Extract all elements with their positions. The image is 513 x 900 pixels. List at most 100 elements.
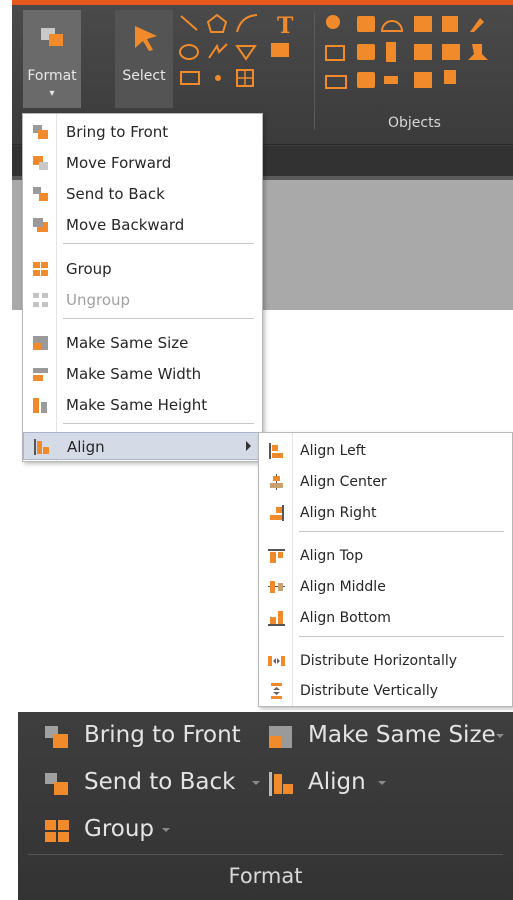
bring-to-front-button[interactable]: Bring to Front (44, 720, 254, 754)
rectangle-tool-icon[interactable] (180, 71, 200, 85)
align-button[interactable]: Align (268, 767, 388, 801)
align-submenu: Align Left Align Center Align Right Alig… (258, 432, 513, 707)
panel-object-icon[interactable] (414, 44, 432, 60)
send-to-back-icon (33, 187, 48, 201)
align-top-icon (268, 549, 285, 563)
submenu-arrow-icon (246, 441, 251, 451)
misc-object-icon[interactable] (444, 70, 456, 84)
align-center-icon (270, 474, 283, 490)
format-ribbon-group: Bring to Front Make Same Size Send to Ba… (18, 712, 513, 900)
grid-object-icon[interactable] (442, 16, 458, 32)
arc-tool-icon[interactable] (236, 14, 258, 33)
distribute-horizontally-icon (268, 656, 285, 666)
bulb-object-icon[interactable] (326, 15, 340, 29)
scene-object-icon[interactable] (414, 72, 432, 88)
same-height-icon (33, 398, 47, 413)
menu-separator (63, 423, 254, 424)
select-button-label: Select (122, 68, 166, 84)
menu-item-align-center[interactable]: Align Center (259, 468, 512, 496)
connector-object-icon[interactable] (384, 76, 398, 84)
make-same-size-button[interactable]: Make Same Size (268, 720, 508, 754)
distribute-vertically-icon (271, 683, 282, 699)
menu-item-distribute-horizontally[interactable]: Distribute Horizontally (259, 647, 512, 675)
menu-item-move-forward[interactable]: Move Forward (23, 149, 262, 177)
menu-item-label: Align (67, 438, 105, 456)
menu-item-make-same-width[interactable]: Make Same Width (23, 360, 262, 388)
align-bottom-icon (268, 611, 285, 626)
device-object-icon[interactable] (357, 44, 375, 60)
align-right-icon (270, 505, 284, 521)
align-label: Align (308, 769, 366, 795)
connector-tool-icon[interactable] (208, 43, 228, 59)
tank-object-icon[interactable] (468, 44, 488, 60)
menu-item-align-right[interactable]: Align Right (259, 499, 512, 527)
menu-item-label: Align Bottom (300, 610, 391, 626)
pen-object-icon[interactable] (470, 18, 484, 32)
group-icon (33, 262, 48, 276)
menu-item-make-same-height[interactable]: Make Same Height (23, 391, 262, 419)
meter-object-icon[interactable] (386, 42, 396, 62)
chevron-down-icon (496, 734, 504, 738)
align-icon (269, 772, 293, 796)
table-object-icon[interactable] (442, 44, 460, 60)
menu-item-send-to-back[interactable]: Send to Back (23, 180, 262, 208)
gauge-object-icon[interactable] (380, 20, 404, 32)
objects-gallery (325, 15, 488, 89)
menu-item-align[interactable]: Align (23, 432, 262, 460)
menu-item-label: Align Middle (300, 579, 386, 595)
menu-item-distribute-vertically[interactable]: Distribute Vertically (259, 677, 512, 705)
menu-item-label: Group (66, 260, 112, 278)
image-tool-icon[interactable] (271, 43, 289, 57)
menu-item-label: Send to Back (66, 185, 165, 203)
menu-item-align-top[interactable]: Align Top (259, 542, 512, 570)
send-to-back-label: Send to Back (84, 769, 236, 795)
chevron-down-icon (378, 781, 386, 785)
menu-separator (299, 531, 504, 532)
same-size-icon (269, 726, 292, 748)
menu-item-label: Ungroup (66, 291, 131, 309)
menu-item-label: Distribute Vertically (300, 683, 438, 699)
menu-item-align-left[interactable]: Align Left (259, 437, 512, 465)
menu-item-ungroup[interactable]: Ungroup (23, 286, 262, 314)
polygon-tool-icon[interactable] (235, 45, 257, 61)
point-tool-icon[interactable] (215, 75, 221, 81)
format-button-label: Format (27, 68, 77, 84)
menu-item-move-backward[interactable]: Move Backward (23, 211, 262, 239)
button-object-icon[interactable] (357, 72, 375, 88)
select-arrow-icon (135, 26, 157, 51)
chart-object-icon[interactable] (414, 16, 432, 32)
format-icon (41, 28, 63, 46)
menu-item-label: Move Backward (66, 216, 185, 234)
ungroup-icon (33, 293, 48, 307)
format-menu: Bring to Front Move Forward Send to Back… (22, 113, 263, 462)
select-button[interactable]: Select (115, 10, 173, 108)
shapes-gallery: T (179, 13, 294, 87)
menu-item-label: Make Same Size (66, 334, 189, 352)
label-object-icon[interactable] (325, 75, 347, 89)
menu-item-label: Make Same Width (66, 365, 202, 383)
menu-separator (63, 243, 254, 244)
line-tool-icon[interactable] (180, 15, 198, 31)
display-object-icon[interactable] (325, 45, 345, 61)
group-button[interactable]: Group (44, 814, 194, 848)
menu-item-group[interactable]: Group (23, 255, 262, 283)
make-same-size-label: Make Same Size (308, 722, 496, 748)
menu-item-align-bottom[interactable]: Align Bottom (259, 604, 512, 632)
menu-item-label: Align Left (300, 443, 366, 459)
format-button[interactable]: Format ▾ (23, 10, 81, 108)
printer-object-icon[interactable] (357, 16, 375, 32)
menu-item-bring-to-front[interactable]: Bring to Front (23, 118, 262, 146)
chevron-down-icon (252, 781, 260, 785)
menu-item-label: Make Same Height (66, 396, 208, 414)
align-middle-icon (268, 581, 285, 593)
format-group-label: Format (228, 864, 303, 888)
text-tool-icon[interactable]: T (277, 13, 294, 39)
bring-to-front-label: Bring to Front (84, 722, 241, 748)
menu-item-align-middle[interactable]: Align Middle (259, 573, 512, 601)
chevron-down-icon: ▾ (49, 88, 55, 99)
send-to-back-button[interactable]: Send to Back (44, 767, 260, 801)
pentagon-tool-icon[interactable] (206, 13, 228, 33)
menu-item-label: Align Right (300, 505, 377, 521)
ellipse-tool-icon[interactable] (179, 44, 199, 60)
menu-item-make-same-size[interactable]: Make Same Size (23, 329, 262, 357)
